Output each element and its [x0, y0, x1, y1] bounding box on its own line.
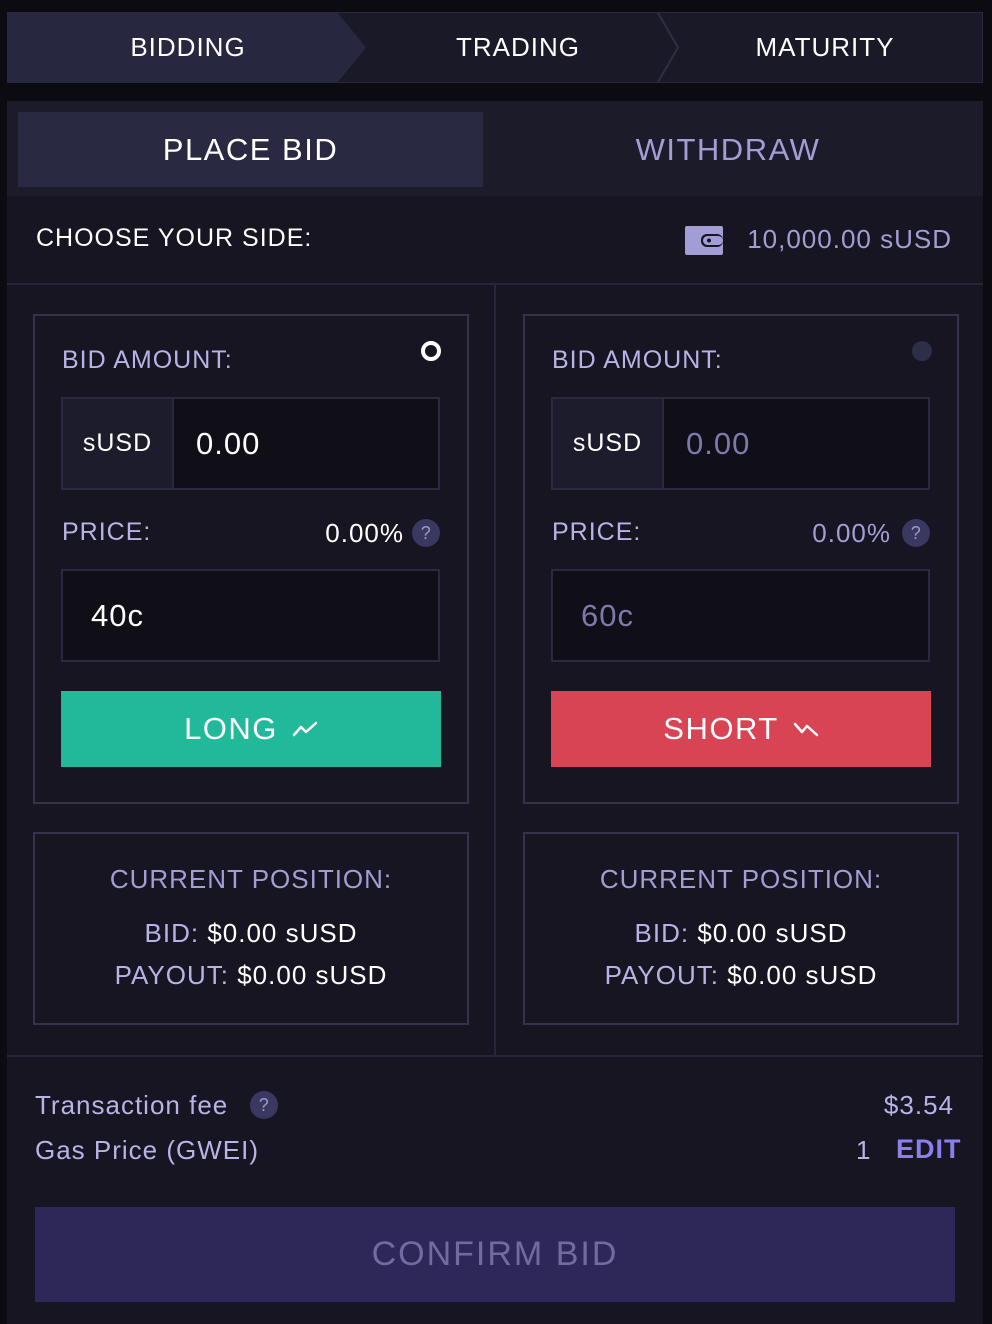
short-price-help-glyph: ?	[910, 522, 922, 543]
long-price-help-icon[interactable]: ?	[412, 519, 440, 547]
short-currency-label: sUSD	[551, 397, 664, 490]
short-price-label: PRICE:	[552, 518, 642, 546]
trend-up-icon	[292, 721, 318, 737]
wallet-icon	[685, 226, 723, 255]
short-price-help-icon[interactable]: ?	[902, 519, 930, 547]
tab-place-bid-label: PLACE BID	[162, 131, 339, 167]
long-bid-amount-value: 0.00	[196, 425, 261, 461]
transaction-fee-value: $3.54	[883, 1090, 954, 1120]
long-price-value: 40c	[91, 597, 144, 633]
wallet-balance: 10,000.00 sUSD	[747, 224, 952, 254]
short-position-bid-key: BID:	[634, 918, 690, 948]
short-price-value: 60c	[581, 597, 634, 633]
long-position-bid-value: $0.00 sUSD	[207, 918, 358, 948]
long-button-label: LONG	[184, 711, 278, 746]
long-position-payout-value: $0.00 sUSD	[237, 960, 388, 990]
confirm-bid-label: CONFIRM BID	[371, 1235, 619, 1273]
long-bid-amount-input[interactable]: 0.00	[172, 397, 440, 490]
short-price-percent: 0.00%	[812, 518, 891, 548]
long-button[interactable]: LONG	[61, 691, 441, 767]
long-position-payout: PAYOUT: $0.00 sUSD	[33, 960, 469, 991]
edit-gas-button[interactable]: EDIT	[896, 1134, 962, 1165]
tab-withdraw[interactable]: WITHDRAW	[483, 112, 973, 187]
short-button[interactable]: SHORT	[551, 691, 931, 767]
step-bidding-label: BIDDING	[130, 32, 246, 62]
short-position-payout-value: $0.00 sUSD	[727, 960, 878, 990]
short-bid-amount-label: BID AMOUNT:	[552, 346, 723, 374]
long-price-percent: 0.00%	[325, 518, 404, 548]
long-bid-amount-label: BID AMOUNT:	[62, 346, 233, 374]
step-maturity[interactable]: MATURITY	[668, 13, 982, 82]
short-bid-amount-value: 0.00	[686, 425, 751, 461]
short-bid-amount-input[interactable]: 0.00	[662, 397, 930, 490]
gas-price-value: 1	[856, 1135, 872, 1165]
choose-side-title: CHOOSE YOUR SIDE:	[36, 224, 313, 252]
short-position-bid: BID: $0.00 sUSD	[523, 918, 959, 949]
progress-stepper: BIDDING TRADING MATURITY	[7, 12, 983, 83]
short-position-payout: PAYOUT: $0.00 sUSD	[523, 960, 959, 991]
long-position-payout-key: PAYOUT:	[114, 960, 229, 990]
tab-place-bid[interactable]: PLACE BID	[18, 112, 483, 187]
short-button-label: SHORT	[663, 711, 779, 746]
long-position-bid-key: BID:	[144, 918, 200, 948]
long-price-input[interactable]: 40c	[61, 569, 440, 662]
short-position-title: CURRENT POSITION:	[599, 864, 883, 894]
short-position-bid-value: $0.00 sUSD	[697, 918, 848, 948]
gas-price-label: Gas Price (GWEI)	[35, 1135, 260, 1165]
long-currency-label: sUSD	[61, 397, 174, 490]
short-position-payout-key: PAYOUT:	[604, 960, 719, 990]
long-radio[interactable]	[421, 341, 441, 361]
long-position-title: CURRENT POSITION:	[109, 864, 393, 894]
step-maturity-label: MATURITY	[755, 32, 895, 62]
tab-withdraw-label: WITHDRAW	[635, 131, 821, 167]
short-radio[interactable]	[912, 341, 932, 361]
transaction-fee-label: Transaction fee	[35, 1090, 229, 1120]
long-position-bid: BID: $0.00 sUSD	[33, 918, 469, 949]
step-trading-label: TRADING	[456, 32, 580, 62]
trend-down-icon	[793, 722, 818, 737]
long-price-label: PRICE:	[62, 518, 152, 546]
confirm-bid-button[interactable]: CONFIRM BID	[35, 1207, 955, 1302]
transaction-fee-help-icon[interactable]: ?	[250, 1091, 278, 1119]
short-price-input[interactable]: 60c	[551, 569, 930, 662]
column-divider	[494, 285, 496, 1056]
divider	[7, 1055, 983, 1057]
transaction-fee-help-glyph: ?	[258, 1094, 270, 1115]
step-trading[interactable]: TRADING	[368, 13, 668, 82]
step-bidding[interactable]: BIDDING	[8, 13, 366, 82]
long-price-help-glyph: ?	[420, 522, 432, 543]
